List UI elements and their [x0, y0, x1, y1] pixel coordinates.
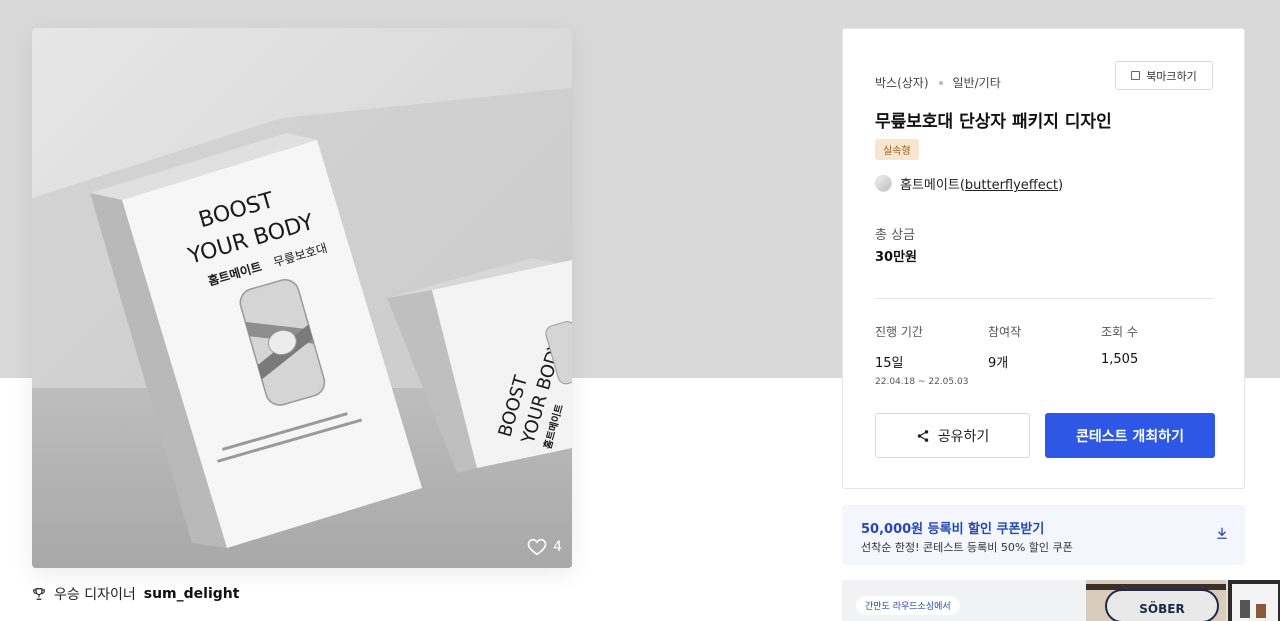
winner-name[interactable]: sum_delight — [144, 586, 240, 602]
views-value: 1,505 — [1101, 352, 1139, 367]
entries-value: 9개 — [988, 356, 1009, 371]
coupon-title: 50,000원 등록비 할인 쿠폰받기 — [861, 522, 1045, 537]
separator-dot — [938, 80, 943, 85]
stat-period: 진행 기간 15일 22.04.18 ~ 22.05.03 — [875, 323, 985, 387]
category-breadcrumb: 박스(상자) 일반/기타 — [875, 74, 1001, 91]
download-icon[interactable] — [1215, 526, 1229, 540]
subcategory-label[interactable]: 일반/기타 — [953, 74, 1001, 91]
period-dates: 22.04.18 ~ 22.05.03 — [875, 377, 969, 387]
banner-pill: 간만도 라우드소싱에서 — [856, 596, 960, 615]
divider — [875, 298, 1214, 299]
promo-banner[interactable]: 간만도 라우드소싱에서 SÖBER — [842, 580, 1280, 621]
prize-label: 총 상금 — [875, 228, 916, 243]
contest-title: 무릎보호대 단상자 패키지 디자인 — [875, 112, 1112, 132]
share-button[interactable]: 공유하기 — [875, 413, 1030, 458]
bookmark-label: 북마크하기 — [1146, 69, 1197, 83]
contest-main-image[interactable]: BOOST YOUR BODY 홈트메이트 무릎보호대 BOOST YOUR B… — [32, 28, 572, 568]
period-label: 진행 기간 — [875, 325, 923, 339]
bookmark-icon — [1131, 71, 1141, 80]
banner-sign-text: SÖBER — [1139, 601, 1184, 616]
host-contest-button[interactable]: 콘테스트 개최하기 — [1045, 413, 1215, 458]
coupon-banner[interactable]: 50,000원 등록비 할인 쿠폰받기 선착순 한정! 콘테스트 등록비 50%… — [842, 505, 1245, 565]
prize-value: 30만원 — [875, 250, 918, 265]
stat-views: 조회 수 1,505 — [1101, 323, 1211, 367]
period-value: 15일 — [875, 356, 904, 371]
like-button[interactable]: 4 — [527, 538, 562, 556]
views-label: 조회 수 — [1101, 325, 1138, 339]
host-id[interactable]: butterflyeffect — [965, 178, 1058, 193]
category-label[interactable]: 박스(상자) — [875, 74, 929, 91]
bookmark-button[interactable]: 북마크하기 — [1115, 61, 1213, 90]
heart-icon — [527, 538, 547, 556]
plan-badge: 실속형 — [875, 139, 919, 160]
banner-image: SÖBER — [1086, 580, 1280, 621]
contest-info-card: 박스(상자) 일반/기타 북마크하기 무릎보호대 단상자 패키지 디자인 실속형… — [842, 28, 1245, 489]
product-photo-illustration: BOOST YOUR BODY 홈트메이트 무릎보호대 BOOST YOUR B… — [32, 28, 572, 568]
host-name: 홈트메이트(butterflyeffect) — [900, 178, 1064, 193]
like-count: 4 — [553, 539, 562, 555]
entries-label: 참여작 — [988, 325, 1022, 339]
share-label: 공유하기 — [937, 428, 990, 445]
winning-designer: 우승 디자이너 sum_delight — [32, 584, 239, 604]
coupon-subtitle: 선착순 한정! 콘테스트 등록비 50% 할인 쿠폰 — [861, 541, 1073, 554]
host-info[interactable]: 홈트메이트(butterflyeffect) — [875, 174, 1063, 193]
winner-label: 우승 디자이너 — [54, 587, 136, 603]
share-icon — [917, 429, 928, 442]
stat-entries: 참여작 9개 — [988, 323, 1098, 371]
trophy-icon — [33, 588, 45, 600]
host-avatar — [875, 175, 892, 192]
